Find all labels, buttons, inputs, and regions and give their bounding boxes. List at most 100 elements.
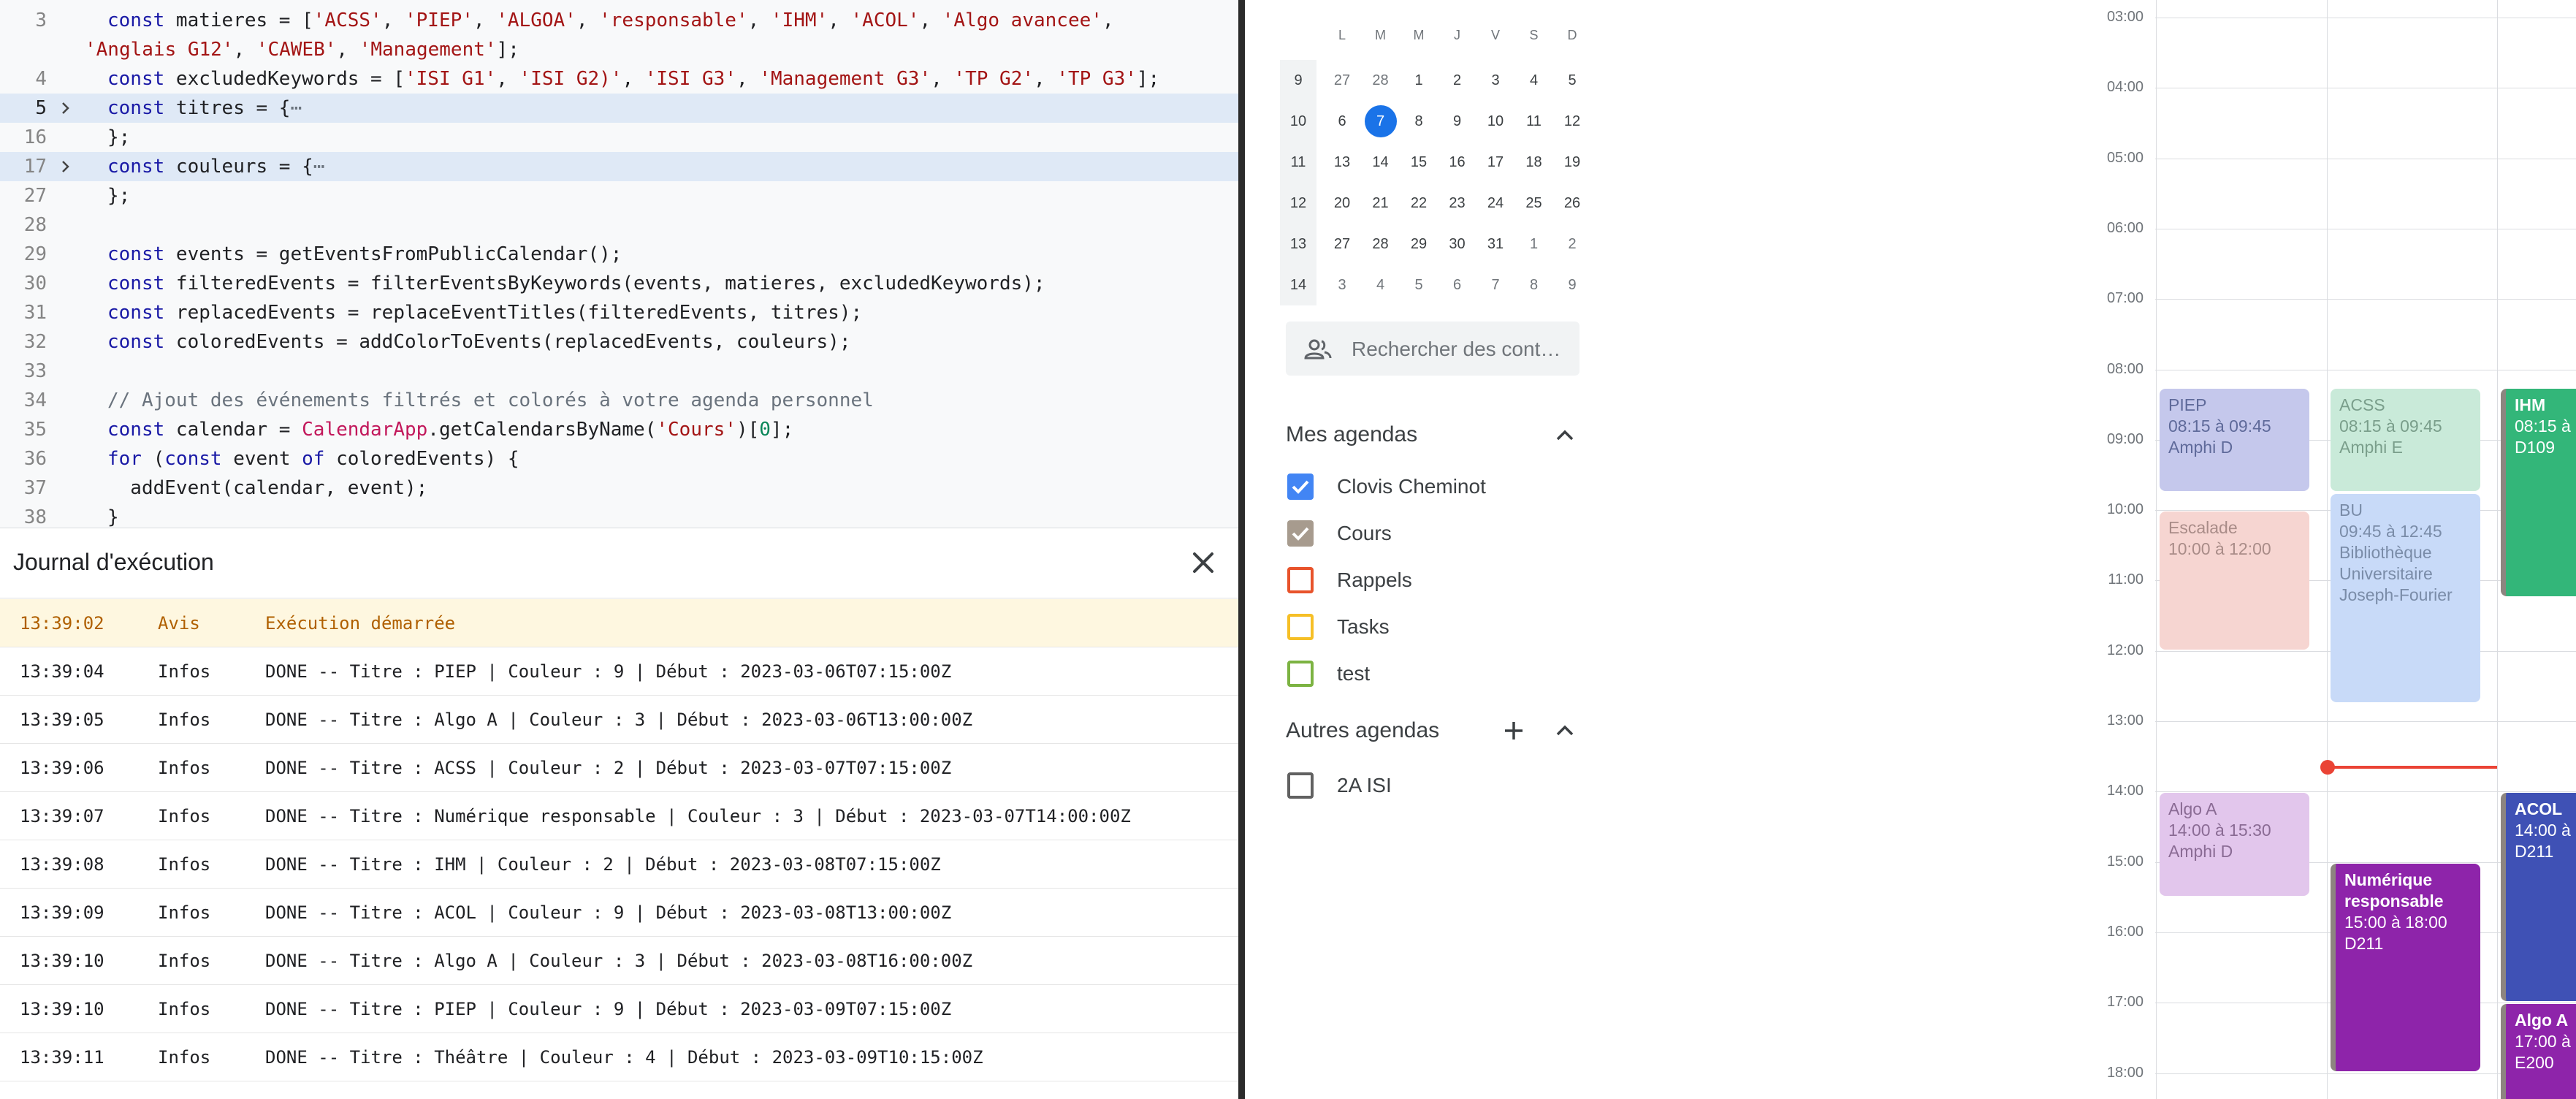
mini-calendar-day[interactable]: 25: [1518, 187, 1550, 219]
mini-calendar-day[interactable]: 3: [1326, 269, 1358, 301]
mini-calendar-day[interactable]: 4: [1365, 269, 1397, 301]
mini-calendar-day[interactable]: 15: [1403, 146, 1435, 178]
mini-calendar-day[interactable]: 19: [1556, 146, 1588, 178]
code-line[interactable]: 36 for (const event of coloredEvents) {: [0, 444, 1238, 474]
mini-calendar-day[interactable]: 30: [1441, 228, 1474, 260]
code-line[interactable]: 29 const events = getEventsFromPublicCale…: [0, 240, 1238, 269]
mini-calendar-day[interactable]: 16: [1441, 146, 1474, 178]
mini-calendar-day[interactable]: 24: [1479, 187, 1512, 219]
mini-calendar-day[interactable]: 7: [1364, 105, 1397, 137]
calendar-event[interactable]: PIEP 08:15 à 09:45 Amphi D: [2160, 388, 2309, 491]
checkbox[interactable]: [1287, 567, 1314, 593]
mini-calendar-day[interactable]: 1: [1518, 228, 1550, 260]
checkbox[interactable]: [1287, 520, 1314, 547]
week-number[interactable]: 9: [1280, 60, 1316, 101]
mini-calendar-day[interactable]: 6: [1326, 105, 1358, 137]
mini-calendar-day[interactable]: 8: [1518, 269, 1550, 301]
code-line[interactable]: 32 const coloredEvents = addColorToEvents…: [0, 327, 1238, 357]
code-line[interactable]: 33: [0, 357, 1238, 386]
mini-calendar-day[interactable]: 6: [1441, 269, 1474, 301]
mini-calendar-day[interactable]: 17: [1479, 146, 1512, 178]
mini-calendar-day[interactable]: 29: [1403, 228, 1435, 260]
close-icon[interactable]: [1186, 546, 1220, 579]
calendar-event[interactable]: Escalade 10:00 à 12:00: [2160, 512, 2309, 650]
checkbox[interactable]: [1287, 614, 1314, 640]
checkbox[interactable]: [1287, 474, 1314, 500]
code-line[interactable]: 17 const couleurs = {⋯: [0, 152, 1238, 181]
week-number[interactable]: 12: [1280, 183, 1316, 224]
mini-calendar-day[interactable]: 27: [1326, 228, 1358, 260]
code-line[interactable]: 28: [0, 210, 1238, 240]
calendar-item[interactable]: Tasks: [1286, 608, 1578, 644]
mini-calendar-day[interactable]: 14: [1365, 146, 1397, 178]
code-line[interactable]: 3 const matieres = ['ACSS', 'PIEP', 'ALGO…: [0, 6, 1238, 35]
calendar-item[interactable]: Cours: [1286, 514, 1578, 551]
log-row: 13:39:09 Infos DONE -- Titre : ACOL | Coul…: [0, 889, 1238, 937]
calendar-event[interactable]: Algo A 14:00 à 15:30 Amphi D: [2160, 793, 2309, 896]
checkbox[interactable]: [1287, 661, 1314, 687]
week-number[interactable]: 13: [1280, 224, 1316, 265]
mini-calendar-day[interactable]: 21: [1365, 187, 1397, 219]
week-number[interactable]: 11: [1280, 142, 1316, 183]
mini-calendar-day[interactable]: 12: [1556, 105, 1588, 137]
mini-calendar-day[interactable]: 9: [1556, 269, 1588, 301]
code-text: const calendar = CalendarApp.getCalendar…: [107, 419, 794, 441]
collapse-other-calendars-icon[interactable]: [1552, 718, 1578, 744]
calendar-item[interactable]: Clovis Cheminot: [1286, 468, 1578, 504]
code-line[interactable]: 31 const replacedEvents = replaceEventTit…: [0, 298, 1238, 327]
mini-calendar-day[interactable]: 2: [1556, 228, 1588, 260]
calendar-item[interactable]: 2A ISI: [1286, 767, 1578, 803]
mini-calendar-day[interactable]: 18: [1518, 146, 1550, 178]
calendar-event[interactable]: ACOL 14:00 à 17:00 D211: [2501, 793, 2576, 1002]
code-line[interactable]: 30 const filteredEvents = filterEventsByK…: [0, 269, 1238, 298]
code-line[interactable]: 37 addEvent(calendar, event);: [0, 474, 1238, 503]
mini-calendar-day[interactable]: 26: [1556, 187, 1588, 219]
mini-calendar-day[interactable]: 20: [1326, 187, 1358, 219]
code-line[interactable]: 16};: [0, 123, 1238, 152]
mini-calendar-day[interactable]: 27: [1326, 64, 1358, 96]
mini-calendar-day[interactable]: 5: [1556, 64, 1588, 96]
mini-calendar-day[interactable]: 28: [1365, 228, 1397, 260]
calendar-event[interactable]: Algo A 17:00 à 18:30E200: [2501, 1004, 2576, 1099]
add-calendar-icon[interactable]: [1501, 718, 1527, 744]
mini-calendar-day[interactable]: 8: [1403, 105, 1435, 137]
calendar-event[interactable]: BU 09:45 à 12:45 Bibliothèque Universitaire…: [2331, 494, 2480, 702]
calendar-event[interactable]: Numérique responsable 15:00 à 18:00 D211: [2331, 863, 2480, 1072]
event-title: IHM: [2515, 395, 2546, 414]
mini-calendar-day[interactable]: 5: [1403, 269, 1435, 301]
calendar-item[interactable]: Rappels: [1286, 561, 1578, 598]
code-text: };: [107, 126, 131, 148]
week-number[interactable]: 10: [1280, 101, 1316, 142]
mini-calendar-day[interactable]: 4: [1518, 64, 1550, 96]
people-search-input[interactable]: Rechercher des cont…: [1286, 322, 1579, 376]
week-number[interactable]: 14: [1280, 265, 1316, 305]
mini-calendar-day[interactable]: 1: [1403, 64, 1435, 96]
log-time: 13:39:07: [20, 806, 104, 826]
event-title: ACSS: [2339, 395, 2385, 414]
mini-calendar-day[interactable]: 3: [1479, 64, 1512, 96]
code-line[interactable]: 4 const excludedKeywords = ['ISI G1', 'IS…: [0, 64, 1238, 94]
mini-calendar-day[interactable]: 10: [1479, 105, 1512, 137]
mini-calendar-day[interactable]: 9: [1441, 105, 1474, 137]
mini-calendar-day[interactable]: 7: [1479, 269, 1512, 301]
calendar-event[interactable]: ACSS 08:15 à 09:45 Amphi E: [2331, 388, 2480, 491]
code-line[interactable]: 38}: [0, 503, 1238, 528]
code-editor[interactable]: 3 const matieres = ['ACSS', 'PIEP', 'ALGO…: [0, 0, 1238, 528]
code-line[interactable]: 35 const calendar = CalendarApp.getCalend…: [0, 415, 1238, 444]
mini-calendar-day[interactable]: 31: [1479, 228, 1512, 260]
mini-calendar-day[interactable]: 23: [1441, 187, 1474, 219]
code-line[interactable]: 'Anglais G12', 'CAWEB', 'Management'];: [0, 35, 1238, 64]
calendar-event[interactable]: IHM 08:15 à 11:15D109: [2501, 388, 2576, 597]
checkbox[interactable]: [1287, 772, 1314, 799]
mini-calendar-day[interactable]: 22: [1403, 187, 1435, 219]
mini-calendar-day[interactable]: 2: [1441, 64, 1474, 96]
code-line[interactable]: 5 const titres = {⋯: [0, 94, 1238, 123]
code-line[interactable]: 34 // Ajout des événements filtrés et col…: [0, 386, 1238, 415]
mini-calendar-day[interactable]: 13: [1326, 146, 1358, 178]
mini-calendar-day[interactable]: 11: [1518, 105, 1550, 137]
code-line[interactable]: 27};: [0, 181, 1238, 210]
mini-calendar-day[interactable]: 28: [1365, 64, 1397, 96]
event-detail: 08:15 à 09:45: [2168, 416, 2271, 436]
calendar-item[interactable]: test: [1286, 655, 1578, 691]
collapse-my-calendars-icon[interactable]: [1552, 422, 1578, 449]
